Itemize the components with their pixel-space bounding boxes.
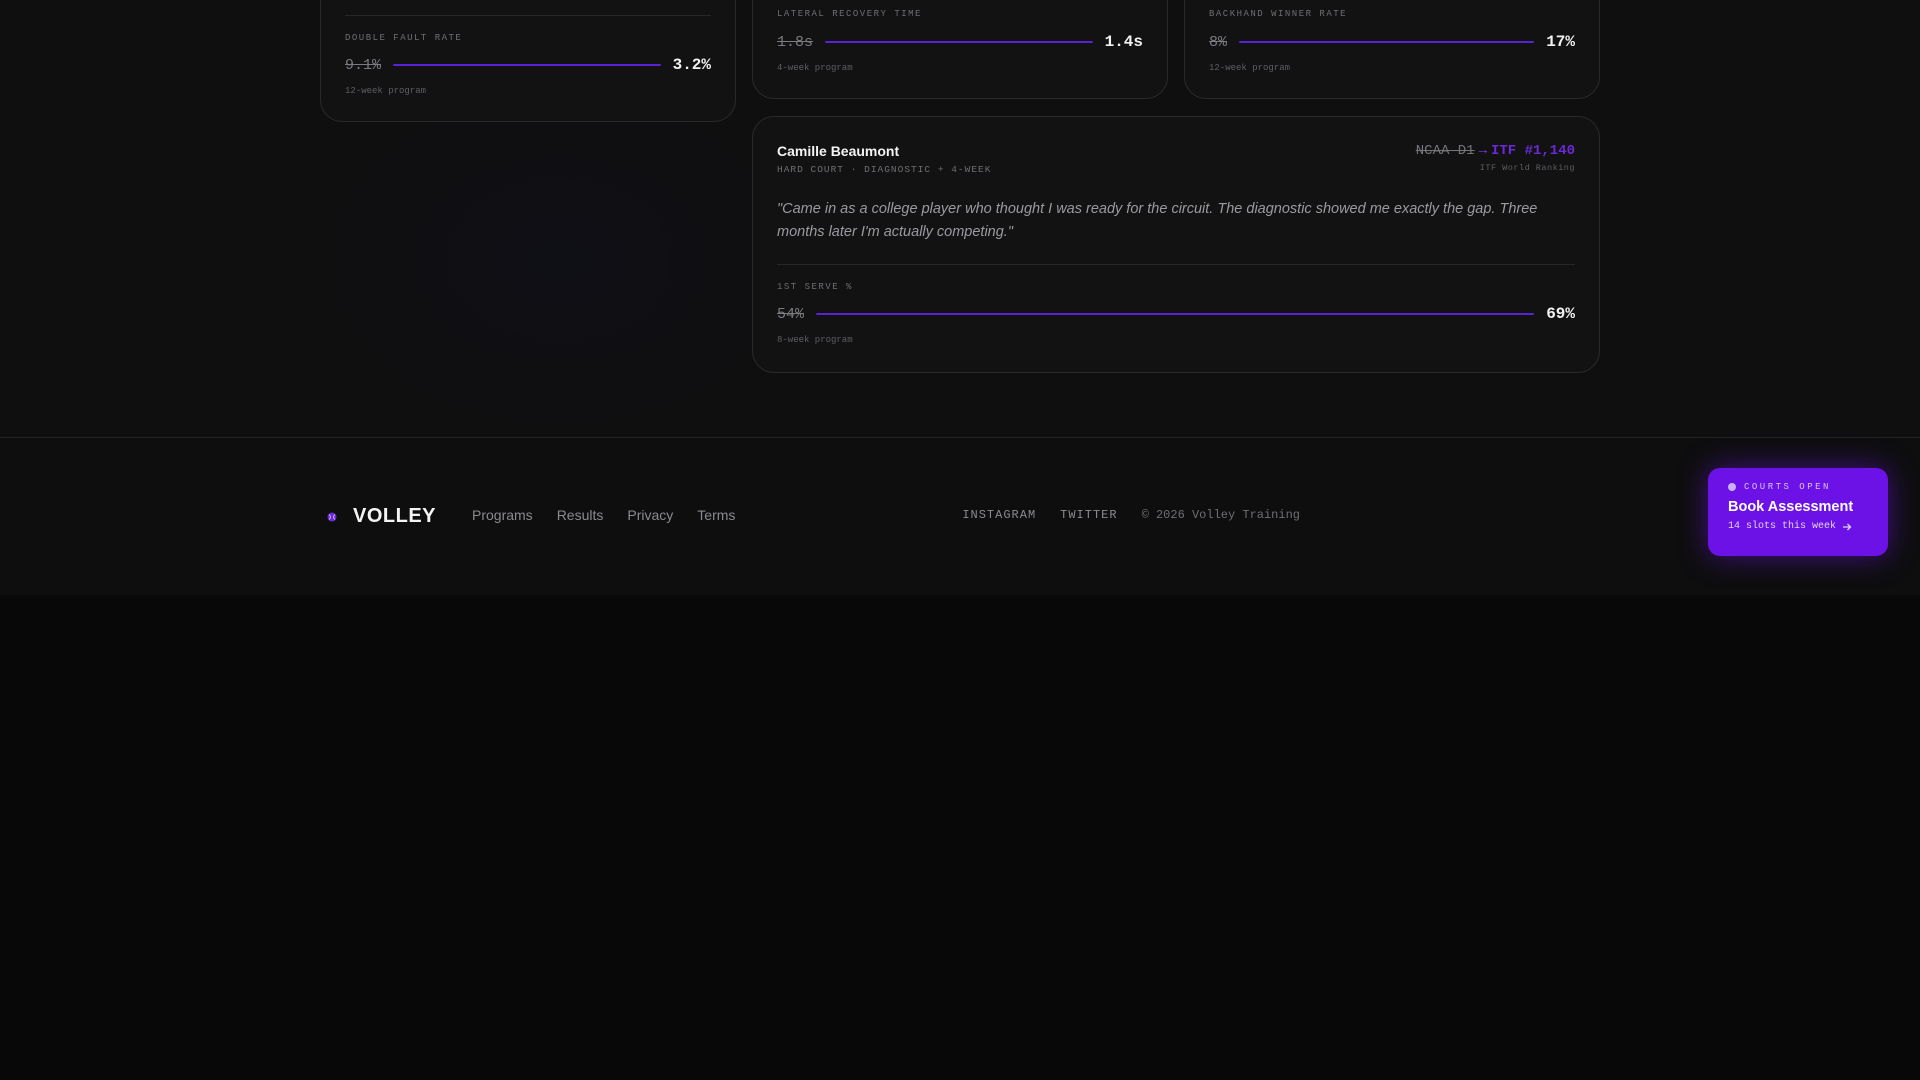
testimonial-quote: "Came in as a college player who thought… — [777, 201, 1538, 240]
status-text: COURTS OPEN — [1744, 482, 1831, 492]
rank-to: ITF #1,140 — [1490, 143, 1575, 159]
metric-before-value: 9.1% — [345, 56, 382, 74]
metric-after-value: 17% — [1546, 33, 1575, 51]
program-duration: 4-week program — [777, 63, 853, 73]
availability-status: COURTS OPEN — [1728, 482, 1868, 492]
metric-label: LATERAL RECOVERY TIME — [777, 9, 922, 19]
card-divider — [777, 264, 1575, 265]
footer-meta: INSTAGRAM TWITTER © 2026 Volley Training — [962, 508, 1300, 522]
copyright: © 2026 Volley Training — [1141, 508, 1300, 522]
footer-link-privacy[interactable]: Privacy — [627, 507, 673, 523]
result-card-middle: LATERAL RECOVERY TIME 1.8s 1.4s 4-week p… — [752, 0, 1168, 99]
metric-before-value: 54% — [777, 305, 805, 323]
arrow-right-icon: → — [1478, 143, 1487, 159]
empty-area — [0, 595, 1920, 1080]
twitter-link[interactable]: TWITTER — [1060, 508, 1117, 522]
card-divider — [345, 15, 711, 16]
footer-link-terms[interactable]: Terms — [697, 507, 735, 523]
metric-after-value: 69% — [1546, 305, 1575, 323]
metric-after-value: 3.2% — [672, 56, 711, 74]
footer-link-programs[interactable]: Programs — [472, 507, 533, 523]
ranking-change: NCAA D1 → ITF #1,140 — [1416, 143, 1575, 159]
metric-progress-bar — [816, 313, 1535, 315]
athlete-meta: HARD COURT · DIAGNOSTIC + 4-WEEK — [777, 164, 992, 175]
result-card-left: DOUBLE FAULT RATE 9.1% 3.2% 12-week prog… — [320, 0, 736, 122]
metric-row: 9.1% 3.2% — [345, 54, 711, 76]
metric-label: BACKHAND WINNER RATE — [1209, 9, 1348, 19]
cta-title: Book Assessment — [1728, 499, 1854, 515]
cta-subtitle-row: 14 slots this week — [1728, 521, 1868, 532]
book-assessment-button[interactable]: COURTS OPEN Book Assessment 14 slots thi… — [1708, 468, 1888, 556]
cta-subtitle: 14 slots this week — [1728, 521, 1837, 532]
metric-row: 8% 17% — [1209, 31, 1575, 53]
testimonial-card-camille: Camille Beaumont HARD COURT · DIAGNOSTIC… — [752, 116, 1600, 373]
logo-text: VOLLEY — [353, 505, 437, 527]
tennis-ball-icon — [327, 512, 337, 521]
arrow-right-icon — [1843, 523, 1852, 530]
ranking-caption: ITF World Ranking — [1479, 163, 1575, 173]
program-duration: 12-week program — [345, 86, 427, 96]
metric-row: 1.8s 1.4s — [777, 31, 1143, 53]
metric-label: DOUBLE FAULT RATE — [345, 33, 463, 43]
result-card-right: BACKHAND WINNER RATE 8% 17% 12-week prog… — [1184, 0, 1600, 99]
program-duration: 8-week program — [777, 335, 853, 345]
metric-label: 1ST SERVE % — [777, 282, 853, 292]
footer-link-results[interactable]: Results — [557, 507, 604, 523]
status-dot-icon — [1728, 483, 1736, 491]
metric-progress-bar — [393, 64, 661, 66]
footer-nav: Programs Results Privacy Terms — [472, 507, 735, 523]
footer-logo[interactable]: VOLLEY — [325, 505, 436, 528]
metric-progress-bar — [1239, 41, 1535, 43]
program-duration: 12-week program — [1209, 63, 1291, 73]
metric-before-value: 8% — [1209, 33, 1228, 51]
rank-from: NCAA D1 — [1415, 143, 1475, 159]
metric-before-value: 1.8s — [777, 33, 814, 51]
site-footer — [0, 437, 1920, 596]
instagram-link[interactable]: INSTAGRAM — [962, 508, 1036, 522]
metric-after-value: 1.4s — [1104, 33, 1143, 51]
metric-row: 54% 69% — [777, 303, 1575, 325]
metric-progress-bar — [825, 41, 1093, 43]
athlete-name: Camille Beaumont — [777, 143, 900, 159]
